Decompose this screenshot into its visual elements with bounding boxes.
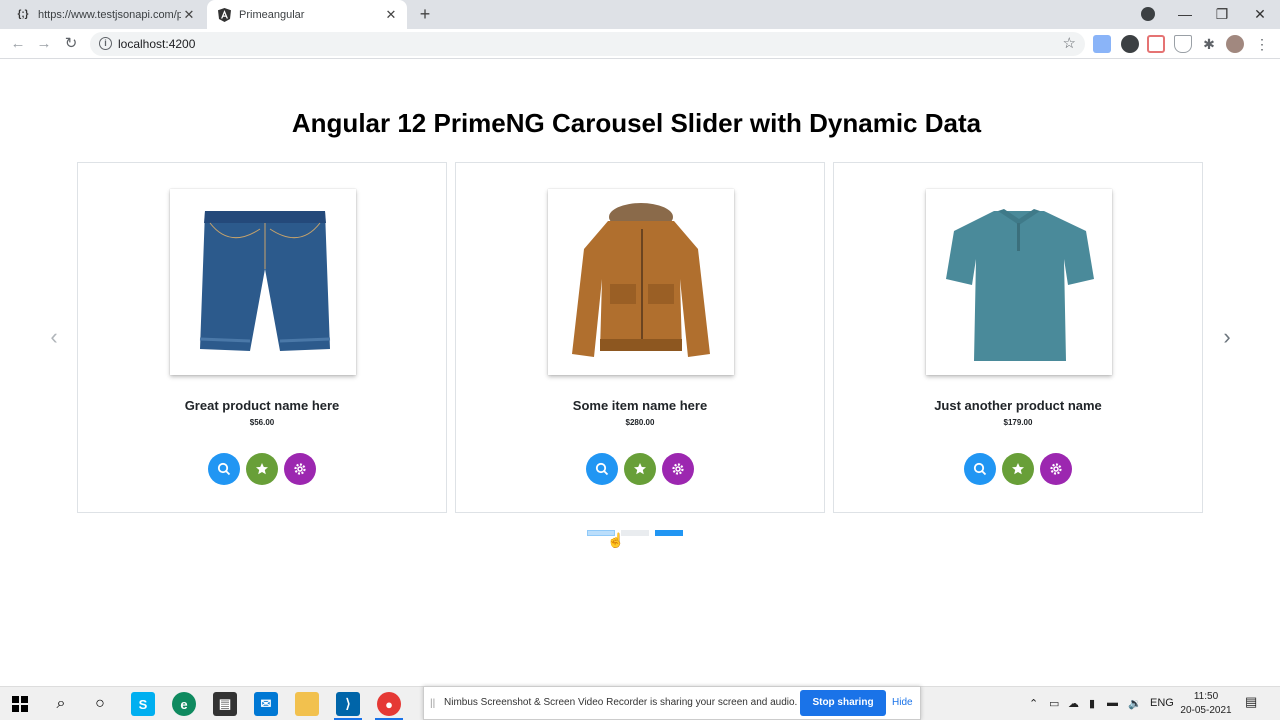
hide-banner-link[interactable]: Hide bbox=[892, 697, 913, 708]
onedrive-icon[interactable]: ☁ bbox=[1068, 697, 1079, 710]
new-tab-plus-icon[interactable]: + bbox=[414, 4, 436, 26]
product-name: Some item name here bbox=[572, 398, 708, 413]
cog-icon bbox=[1050, 463, 1062, 475]
restore-window-icon[interactable]: ❐ bbox=[1203, 0, 1241, 29]
meet-now-icon[interactable]: ▭ bbox=[1049, 697, 1059, 710]
cog-icon bbox=[672, 463, 684, 475]
product-name: Just another product name bbox=[934, 398, 1102, 413]
search-icon bbox=[595, 462, 609, 476]
extension-download-icon[interactable] bbox=[1093, 35, 1111, 53]
cortana-icon[interactable]: ○ bbox=[88, 692, 112, 716]
carousel-prev-icon[interactable]: ‹ bbox=[42, 326, 66, 350]
browser-toolbar: ← → ↻ i localhost:4200 ☆ bbox=[0, 29, 1280, 59]
json-favicon-icon: {;} bbox=[17, 9, 29, 20]
search-taskbar-icon[interactable]: ⌕ bbox=[49, 692, 73, 716]
product-actions bbox=[834, 453, 1202, 485]
profile-avatar[interactable] bbox=[1226, 35, 1244, 53]
notifications-icon[interactable]: ▤ bbox=[1245, 694, 1257, 710]
file-explorer-icon[interactable] bbox=[295, 692, 319, 716]
vscode-icon[interactable]: ⟩ bbox=[336, 692, 360, 716]
mouse-pointer-icon: ☝ bbox=[607, 532, 625, 548]
site-info-icon[interactable]: i bbox=[99, 37, 112, 50]
volume-icon[interactable]: 🔉 bbox=[1128, 697, 1142, 710]
favorite-button[interactable] bbox=[624, 453, 656, 485]
extension-na-icon[interactable] bbox=[1121, 35, 1139, 53]
tab-title: https://www.testjsonapi.com/pro bbox=[38, 8, 181, 21]
carousel-next-icon[interactable]: › bbox=[1215, 326, 1239, 350]
product-image-brown-parka-jacket bbox=[548, 189, 734, 375]
close-tab-icon[interactable]: ✕ bbox=[181, 7, 197, 23]
favorite-button[interactable] bbox=[1002, 453, 1034, 485]
stop-sharing-button[interactable]: Stop sharing bbox=[800, 690, 886, 716]
settings-button[interactable] bbox=[1040, 453, 1072, 485]
mail-icon[interactable]: ✉ bbox=[254, 692, 278, 716]
product-card: Some item name here $280.00 bbox=[455, 162, 825, 513]
search-icon bbox=[217, 462, 231, 476]
language-indicator[interactable]: ENG bbox=[1150, 697, 1174, 709]
clock-date: 20-05-2021 bbox=[1180, 705, 1232, 716]
search-button[interactable] bbox=[586, 453, 618, 485]
carousel-indicator-2[interactable] bbox=[621, 530, 649, 536]
skype-icon[interactable]: S bbox=[131, 692, 155, 716]
extension-shield-icon[interactable] bbox=[1174, 35, 1192, 53]
address-bar[interactable]: i localhost:4200 ☆ bbox=[90, 32, 1085, 56]
angular-favicon-icon bbox=[217, 7, 231, 22]
product-actions bbox=[456, 453, 824, 485]
product-card: Great product name here $56.00 bbox=[77, 162, 447, 513]
carousel-indicator-3[interactable] bbox=[655, 530, 683, 536]
product-card: Just another product name $179.00 bbox=[833, 162, 1203, 513]
chrome-icon[interactable]: ● bbox=[377, 692, 401, 716]
search-button[interactable] bbox=[208, 453, 240, 485]
star-icon bbox=[256, 463, 268, 475]
settings-button[interactable] bbox=[284, 453, 316, 485]
extension-capture-icon[interactable] bbox=[1147, 35, 1165, 53]
tab-title: Primeangular bbox=[239, 8, 305, 21]
product-price: $179.00 bbox=[1003, 418, 1033, 427]
share-message: Nimbus Screenshot & Screen Video Recorde… bbox=[444, 697, 798, 708]
product-image-teal-polo-shirt bbox=[926, 189, 1112, 375]
tab-testjsonapi[interactable]: {;} https://www.testjsonapi.com/pro ✕ bbox=[0, 0, 205, 29]
back-arrow-icon[interactable]: ← bbox=[8, 34, 28, 54]
battery-icon[interactable]: ▬ bbox=[1107, 697, 1118, 709]
extensions-puzzle-icon[interactable]: ✱ bbox=[1200, 35, 1218, 53]
store-icon[interactable]: ▤ bbox=[213, 692, 237, 716]
screen-share-banner: || Nimbus Screenshot & Screen Video Reco… bbox=[423, 686, 921, 720]
page-title: Angular 12 PrimeNG Carousel Slider with … bbox=[291, 108, 982, 138]
edge-icon[interactable]: e bbox=[172, 692, 196, 716]
microphone-icon[interactable]: ▮ bbox=[1089, 697, 1095, 710]
drag-handle-icon[interactable]: || bbox=[430, 698, 435, 709]
page-content: Angular 12 PrimeNG Carousel Slider with … bbox=[0, 60, 1280, 685]
product-actions bbox=[78, 453, 446, 485]
forward-arrow-icon[interactable]: → bbox=[34, 34, 54, 54]
search-button[interactable] bbox=[964, 453, 996, 485]
close-tab-icon[interactable]: ✕ bbox=[383, 7, 399, 23]
minimize-window-icon[interactable]: — bbox=[1166, 0, 1204, 29]
bookmark-star-icon[interactable]: ☆ bbox=[1063, 34, 1076, 52]
browser-tab-bar: {;} https://www.testjsonapi.com/pro ✕ Pr… bbox=[0, 0, 1280, 29]
address-bar-url: localhost:4200 bbox=[118, 37, 196, 51]
star-icon bbox=[634, 463, 646, 475]
windows-start-icon[interactable] bbox=[8, 692, 32, 716]
carousel-indicators bbox=[587, 530, 683, 536]
close-window-icon[interactable]: ✕ bbox=[1241, 0, 1279, 29]
product-price: $56.00 bbox=[249, 418, 275, 427]
clock[interactable]: 11:50 20-05-2021 bbox=[1178, 690, 1234, 718]
clock-time: 11:50 bbox=[1193, 691, 1219, 702]
product-name: Great product name here bbox=[184, 398, 340, 413]
favorite-button[interactable] bbox=[246, 453, 278, 485]
product-price: $280.00 bbox=[625, 418, 655, 427]
show-hidden-icons-icon[interactable]: ⌃ bbox=[1029, 697, 1038, 710]
search-icon bbox=[973, 462, 987, 476]
product-image-denim-shorts bbox=[170, 189, 356, 375]
star-icon bbox=[1012, 463, 1024, 475]
browser-menu-icon[interactable]: ⋮ bbox=[1253, 35, 1271, 53]
cog-icon bbox=[294, 463, 306, 475]
tab-search-icon[interactable] bbox=[1141, 7, 1155, 21]
reload-icon[interactable]: ↻ bbox=[61, 34, 81, 54]
tab-primeangular[interactable]: Primeangular ✕ bbox=[207, 0, 407, 29]
settings-button[interactable] bbox=[662, 453, 694, 485]
